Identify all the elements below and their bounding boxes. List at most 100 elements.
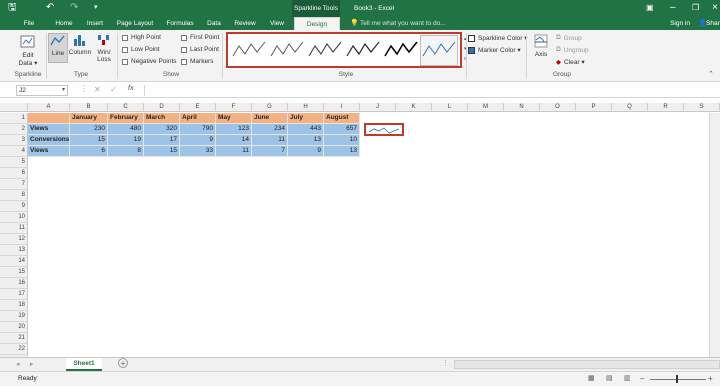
name-box-dropdown-icon[interactable]: ▾ (62, 86, 65, 93)
spreadsheet-grid[interactable]: ABCDEFGHIJKLMNOPQRS 1 2 3 4 5 6 7 8 9 10 11 12 13 14 1… (0, 103, 720, 357)
negative-points-checkbox[interactable]: Negative Points (122, 58, 177, 65)
close-icon[interactable]: × (712, 2, 718, 14)
row-header[interactable]: 3 (0, 135, 28, 146)
scroll-handle-icon[interactable]: ⋮ (442, 359, 449, 367)
column-header[interactable]: H (288, 103, 324, 112)
group-button[interactable]: ⧉ Group (556, 34, 582, 42)
style-swatch-4[interactable] (345, 36, 381, 64)
row-header[interactable]: 4 (0, 146, 28, 157)
tab-formulas[interactable]: Formulas (164, 17, 196, 30)
column-header[interactable]: S (684, 103, 720, 112)
column-header[interactable]: A (28, 103, 70, 112)
page-layout-view-icon[interactable]: ▤ (606, 374, 613, 382)
zoom-out-icon[interactable]: – (640, 374, 644, 383)
row-header[interactable]: 10 (0, 212, 28, 223)
zoom-slider-thumb[interactable] (676, 375, 678, 383)
checkbox-box[interactable] (122, 34, 128, 41)
column-header[interactable]: L (432, 103, 468, 112)
table-header-cell[interactable]: June (252, 113, 288, 124)
table-data-cell[interactable]: 15 (144, 146, 180, 157)
cancel-icon[interactable]: ✕ (94, 85, 101, 94)
redo-icon[interactable]: ↷ (70, 2, 78, 14)
select-all-corner[interactable] (0, 103, 28, 112)
zoom-in-icon[interactable]: + (708, 374, 713, 383)
column-header[interactable]: K (396, 103, 432, 112)
column-header[interactable]: C (108, 103, 144, 112)
table-data-cell[interactable]: 123 (216, 124, 252, 135)
table-data-cell[interactable]: 13 (324, 146, 360, 157)
table-data-cell[interactable]: 657 (324, 124, 360, 135)
column-header[interactable]: F (216, 103, 252, 112)
column-header[interactable]: O (540, 103, 576, 112)
table-data-cell[interactable]: 13 (288, 135, 324, 146)
table-header-cell[interactable]: January (70, 113, 108, 124)
row-header[interactable]: 5 (0, 157, 28, 168)
column-header[interactable]: Q (612, 103, 648, 112)
cell-a1[interactable] (28, 113, 70, 124)
edit-data-button[interactable]: Edit Data ▾ (16, 34, 40, 67)
row-header[interactable]: 13 (0, 245, 28, 256)
tab-view[interactable]: View (266, 17, 288, 30)
insert-function-icon[interactable]: fx (128, 85, 133, 92)
markers-checkbox[interactable]: Markers (181, 58, 213, 65)
row-header[interactable]: 22 (0, 344, 28, 355)
checkbox-box[interactable] (122, 46, 128, 53)
table-row-label[interactable]: Views (28, 124, 70, 135)
row-header[interactable]: 15 (0, 267, 28, 278)
marker-color-button[interactable]: Marker Color ▾ (468, 46, 521, 54)
tab-file[interactable]: File (18, 17, 40, 30)
table-data-cell[interactable]: 11 (216, 146, 252, 157)
checkbox-box[interactable] (181, 34, 187, 41)
share-button[interactable]: Shar (706, 17, 720, 30)
row-header[interactable]: 12 (0, 234, 28, 245)
checkbox-box[interactable] (122, 58, 128, 65)
table-data-cell[interactable]: 10 (324, 135, 360, 146)
column-header[interactable]: B (70, 103, 108, 112)
row-header[interactable]: 20 (0, 322, 28, 333)
last-point-checkbox[interactable]: Last Point (181, 46, 219, 53)
tab-home[interactable]: Home (52, 17, 76, 30)
minimize-icon[interactable]: – (670, 2, 676, 14)
row-header[interactable]: 1 (0, 113, 28, 124)
row-header[interactable]: 17 (0, 289, 28, 300)
normal-view-icon[interactable]: ▦ (588, 374, 595, 382)
column-type-button[interactable]: Column (68, 33, 92, 56)
row-header[interactable]: 7 (0, 179, 28, 190)
sparkline-color-button[interactable]: Sparkline Color ▾ (468, 34, 528, 42)
sparkline-style-gallery[interactable] (226, 32, 462, 68)
customize-qat-icon[interactable]: ▾ (94, 2, 98, 14)
table-header-cell[interactable]: March (144, 113, 180, 124)
row-header[interactable]: 19 (0, 311, 28, 322)
table-data-cell[interactable]: 8 (108, 146, 144, 157)
table-data-cell[interactable]: 6 (70, 146, 108, 157)
row-header[interactable]: 18 (0, 300, 28, 311)
table-data-cell[interactable]: 443 (288, 124, 324, 135)
checkbox-box[interactable] (181, 58, 187, 65)
column-header[interactable]: I (324, 103, 360, 112)
table-data-cell[interactable]: 230 (70, 124, 108, 135)
tab-design[interactable]: Design (294, 17, 340, 30)
row-header[interactable]: 11 (0, 223, 28, 234)
table-data-cell[interactable]: 320 (144, 124, 180, 135)
row-header[interactable]: 9 (0, 201, 28, 212)
undo-icon[interactable]: ↶ (46, 2, 54, 14)
clear-button[interactable]: ◆ Clear ▾ (556, 58, 585, 66)
table-data-cell[interactable]: 9 (288, 146, 324, 157)
first-point-checkbox[interactable]: First Point (181, 34, 219, 41)
table-data-cell[interactable]: 33 (180, 146, 216, 157)
style-swatch-2[interactable] (269, 36, 305, 64)
table-header-cell[interactable]: May (216, 113, 252, 124)
row-header[interactable]: 21 (0, 333, 28, 344)
add-sheet-icon[interactable]: + (118, 358, 128, 368)
ungroup-button[interactable]: ⧉ Ungroup (556, 46, 589, 54)
column-header[interactable]: G (252, 103, 288, 112)
column-header[interactable]: P (576, 103, 612, 112)
tab-page-layout[interactable]: Page Layout (114, 17, 156, 30)
sheet-tab-sheet1[interactable]: Sheet1 (66, 358, 102, 371)
column-header[interactable]: R (648, 103, 684, 112)
table-data-cell[interactable]: 19 (108, 135, 144, 146)
row-header[interactable]: 2 (0, 124, 28, 135)
row-header[interactable]: 16 (0, 278, 28, 289)
collapse-ribbon-icon[interactable]: ⌃ (708, 70, 714, 78)
tab-data[interactable]: Data (204, 17, 224, 30)
